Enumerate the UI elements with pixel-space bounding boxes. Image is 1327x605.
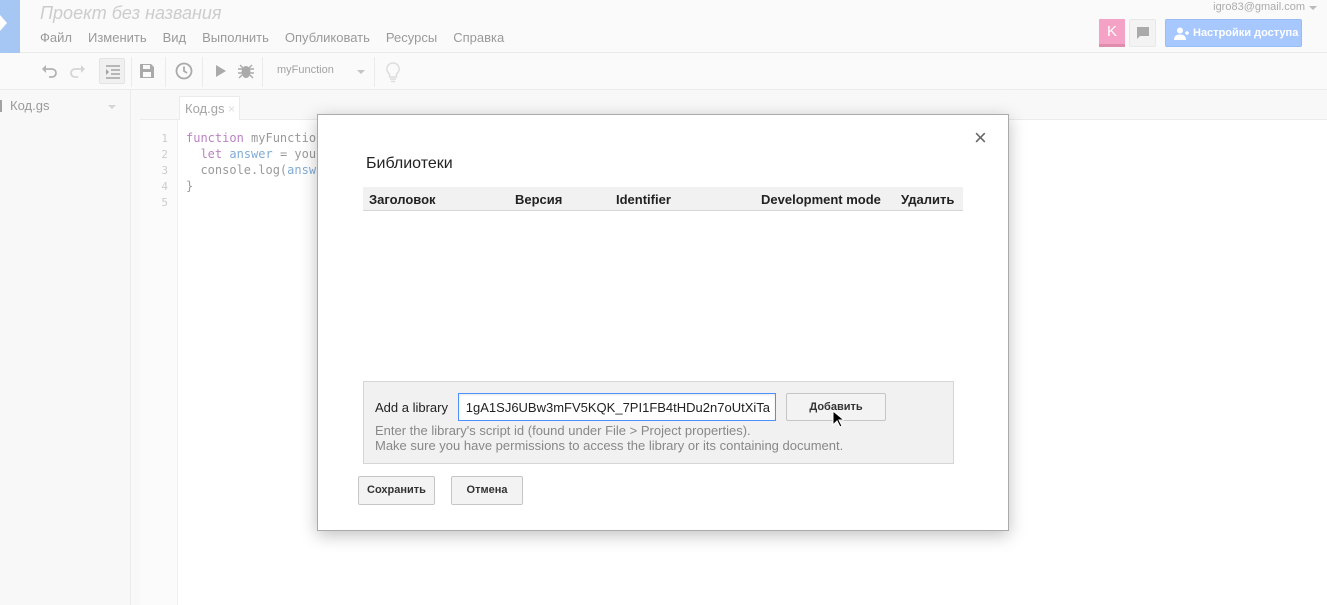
libraries-dialog: × Библиотеки Заголовок Версия Identifier… (317, 114, 1009, 531)
column-header-identifier: Identifier (616, 192, 671, 207)
add-library-hint: Enter the library's script id (found und… (375, 423, 751, 438)
column-header-version: Версия (515, 192, 563, 207)
add-library-label: Add a library (375, 400, 448, 415)
column-header-dev-mode: Development mode (761, 192, 881, 207)
table-header: Заголовок Версия Identifier Development … (363, 187, 963, 211)
add-library-panel: Add a library Добавить Enter the library… (363, 381, 954, 464)
script-id-input[interactable] (458, 393, 776, 421)
cancel-button[interactable]: Отмена (451, 476, 523, 505)
dialog-title: Библиотеки (366, 155, 453, 172)
column-header-delete: Удалить (901, 192, 955, 207)
close-icon[interactable]: × (974, 127, 987, 149)
column-header-title: Заголовок (369, 192, 436, 207)
add-library-hint: Make sure you have permissions to access… (375, 438, 844, 453)
libraries-table: Заголовок Версия Identifier Development … (363, 187, 963, 211)
mouse-cursor-icon (832, 410, 844, 428)
save-button[interactable]: Сохранить (358, 476, 435, 505)
